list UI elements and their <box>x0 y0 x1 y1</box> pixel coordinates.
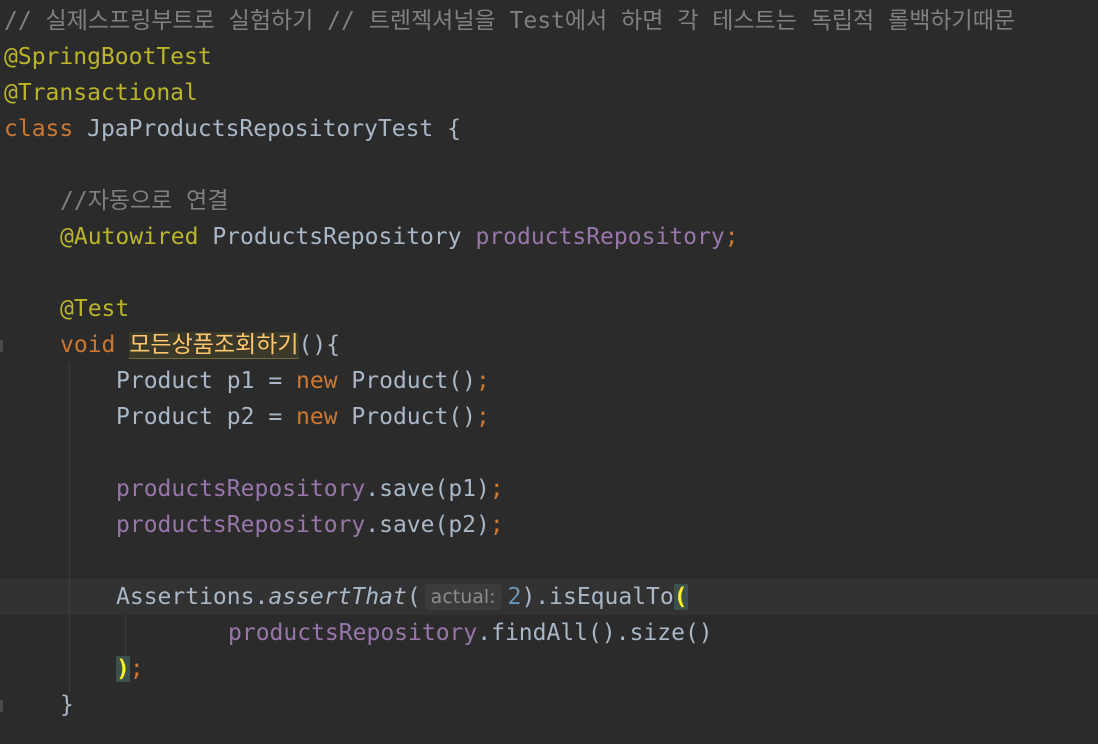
save-call: .save(p2) <box>365 512 490 538</box>
keyword-new: new <box>296 404 338 430</box>
indent-guide <box>125 615 126 655</box>
p1-declaration: Product p1 = <box>116 368 297 394</box>
semicolon: ; <box>724 224 739 250</box>
is-equal-to-call: ).isEqualTo <box>521 584 674 610</box>
keyword-new: new <box>296 368 338 394</box>
fold-marker[interactable] <box>0 340 3 352</box>
assertions-class: Assertions. <box>116 584 269 610</box>
annotation-springboottest: @SpringBootTest <box>4 44 212 70</box>
method-name[interactable]: 모든상품조회하기 <box>129 332 299 359</box>
semicolon: ; <box>489 512 504 538</box>
code-line-save-p1[interactable]: productsRepository.save(p1); <box>116 471 1098 507</box>
indent-guide <box>69 363 70 693</box>
p2-declaration: Product p2 = <box>116 404 297 430</box>
close-brace: } <box>60 692 74 718</box>
semicolon: ; <box>489 476 504 502</box>
keyword-void: void <box>60 332 116 358</box>
code-line-assertion[interactable]: Assertions.assertThat(actual: 2).isEqualT… <box>116 579 1098 615</box>
annotation-test: @Test <box>60 296 130 322</box>
semicolon: ; <box>476 404 490 430</box>
semicolon: ; <box>476 368 490 394</box>
code-line-header-comment[interactable]: // 실제스프링부트로 실험하기 // 트렌젝셔널을 Test에서 하면 각 테… <box>4 3 1098 39</box>
code-line-autowire-comment[interactable]: //자동으로 연결 <box>60 183 1098 219</box>
field-name: productsRepository <box>475 224 725 250</box>
code-line-p2[interactable]: Product p2 = new Product(); <box>116 399 1098 435</box>
field-reference: productsRepository <box>116 476 366 502</box>
open-paren: ( <box>406 584 421 610</box>
code-line-class-decl[interactable]: class JpaProductsRepositoryTest { <box>4 111 1098 147</box>
find-all-size-call: .findAll().size() <box>477 620 713 646</box>
annotation-transactional: @Transactional <box>4 80 198 106</box>
code-line-save-p2[interactable]: productsRepository.save(p2); <box>116 507 1098 543</box>
code-line-transactional[interactable]: @Transactional <box>4 75 1098 111</box>
field-type: ProductsRepository <box>198 224 476 250</box>
code-line-method-decl[interactable]: void 모든상품조회하기(){ <box>60 327 1098 363</box>
code-line-close-brace[interactable]: } <box>60 687 1098 723</box>
assert-that-method: assertThat <box>268 584 407 610</box>
comment-autowire: //자동으로 연결 <box>60 188 229 214</box>
fold-marker[interactable] <box>0 700 3 712</box>
matched-paren-open: ( <box>673 584 688 610</box>
matched-paren-close: ) <box>116 656 130 682</box>
semicolon: ; <box>129 656 144 682</box>
code-line-springboottest[interactable]: @SpringBootTest <box>4 39 1098 75</box>
method-tail: (){ <box>298 332 341 358</box>
comment-header: // 실제스프링부트로 실험하기 // 트렌젝셔널을 Test에서 하면 각 테… <box>4 8 1016 34</box>
code-line-find-all[interactable]: productsRepository.findAll().size() <box>228 615 1098 651</box>
code-line-test-annotation[interactable]: @Test <box>60 291 1098 327</box>
class-name: JpaProductsRepositoryTest { <box>73 116 461 142</box>
keyword-class: class <box>4 116 74 142</box>
field-reference: productsRepository <box>228 620 478 646</box>
annotation-autowired: @Autowired <box>60 224 199 250</box>
code-line-close-paren[interactable]: ); <box>116 651 1098 687</box>
constructor-call: Product() <box>337 368 477 394</box>
save-call: .save(p1) <box>365 476 490 502</box>
code-line-autowired-field[interactable]: @Autowired ProductsRepository productsRe… <box>60 219 1098 255</box>
code-line-p1[interactable]: Product p1 = new Product(); <box>116 363 1098 399</box>
number-literal: 2 <box>507 584 522 610</box>
constructor-call: Product() <box>337 404 477 430</box>
parameter-hint-actual: actual: <box>424 584 502 610</box>
field-reference: productsRepository <box>116 512 366 538</box>
